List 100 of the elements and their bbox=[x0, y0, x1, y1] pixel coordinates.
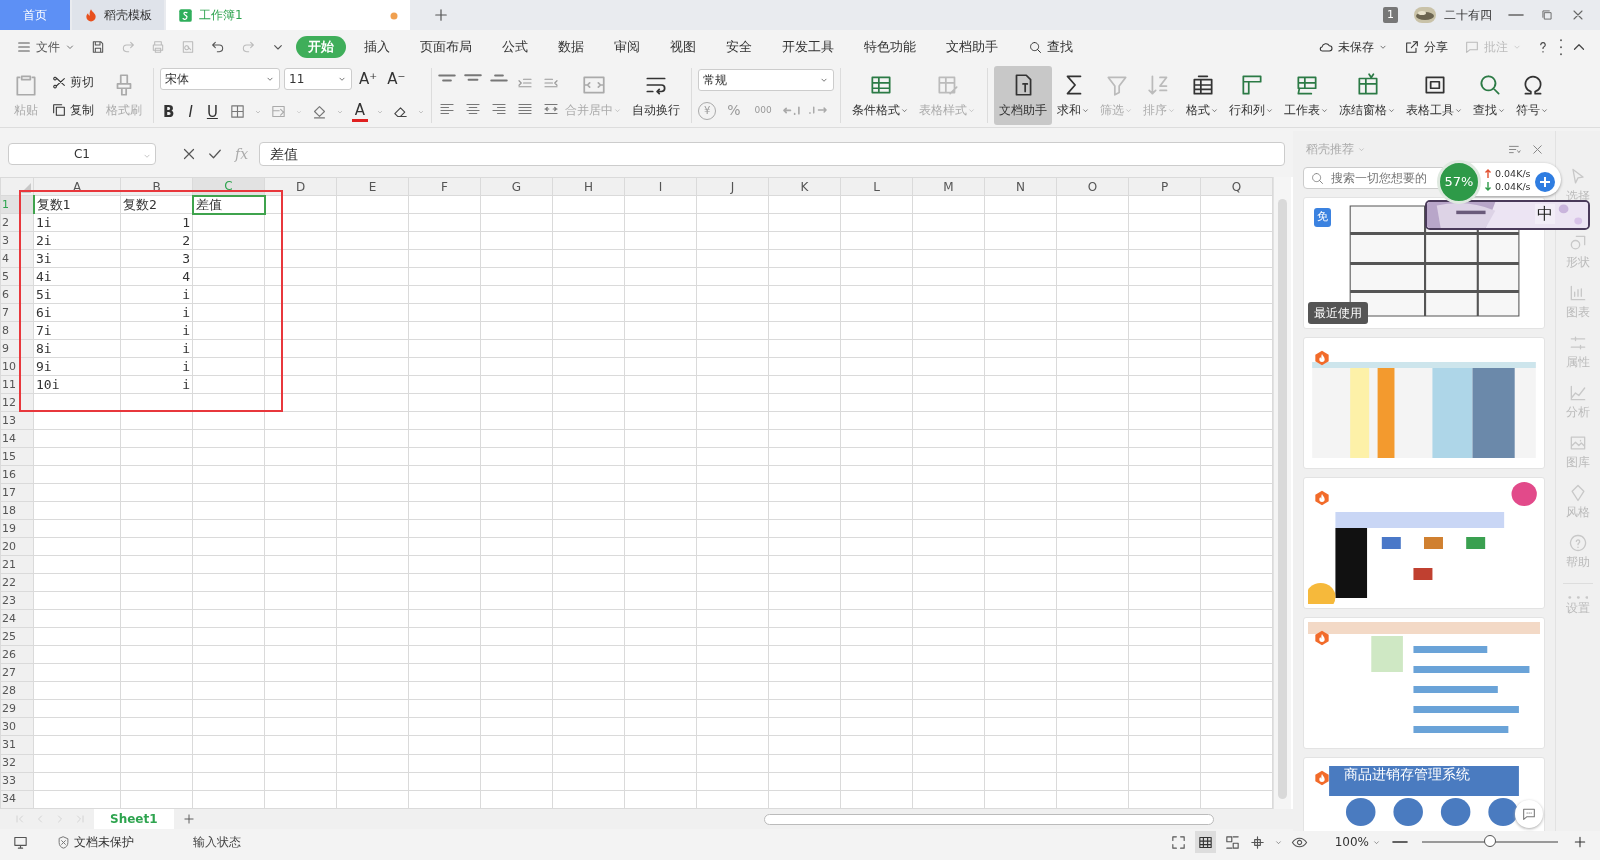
table-cell[interactable]: i bbox=[120, 303, 193, 322]
download-arrow-icon bbox=[1485, 181, 1491, 191]
page-count-badge: 1 bbox=[1383, 6, 1398, 24]
table-cell[interactable]: 10i bbox=[33, 375, 121, 394]
upload-arrow-icon bbox=[1485, 168, 1491, 178]
column-header[interactable]: O bbox=[1056, 177, 1129, 196]
column-header[interactable]: H bbox=[552, 177, 625, 196]
ribbon-button[interactable]: 符号 bbox=[1511, 66, 1555, 125]
select-all-icon[interactable] bbox=[21, 182, 31, 193]
scrollbar-thumb[interactable] bbox=[763, 813, 1214, 825]
table-cell[interactable]: 7i bbox=[33, 321, 121, 340]
ribbon-button[interactable]: 剪切 bbox=[48, 71, 97, 92]
name-box[interactable]: C1 bbox=[8, 143, 156, 165]
font-size-select[interactable]: 11 bbox=[284, 68, 352, 91]
column-header[interactable]: J bbox=[696, 177, 769, 196]
align-top-icon bbox=[438, 73, 457, 82]
menu-tab[interactable]: 公式 bbox=[490, 35, 540, 59]
number-format-select[interactable]: 常规 bbox=[698, 69, 835, 91]
add-button[interactable] bbox=[1535, 172, 1555, 192]
table-cell[interactable]: 2 bbox=[120, 231, 193, 250]
ribbon-button[interactable]: 行和列 bbox=[1224, 66, 1280, 125]
unsaved-dot-icon bbox=[390, 11, 398, 20]
document-tab[interactable]: 稻壳模板 bbox=[72, 0, 164, 30]
ribbon-button[interactable]: 工作表 bbox=[1279, 66, 1335, 125]
flame-icon bbox=[1314, 349, 1330, 366]
menu-tab[interactable]: 插入 bbox=[352, 35, 402, 59]
table-cell[interactable]: 5i bbox=[33, 285, 121, 304]
spreadsheet-icon bbox=[178, 7, 193, 23]
input-status: 输入状态 bbox=[193, 834, 241, 851]
file-menu[interactable]: 文件 bbox=[12, 36, 80, 58]
font-grow-button[interactable]: A⁺ bbox=[356, 67, 381, 92]
menu-tab[interactable]: 数据 bbox=[546, 35, 596, 59]
protection-status[interactable]: 文档未保护 bbox=[53, 832, 137, 852]
column-header[interactable]: Q bbox=[1200, 177, 1273, 196]
font-style-button[interactable]: U bbox=[203, 99, 221, 124]
column-header[interactable]: F bbox=[408, 177, 481, 196]
menu-tab[interactable]: 审阅 bbox=[602, 35, 652, 59]
column-header[interactable]: E bbox=[336, 177, 409, 196]
zoom-level[interactable]: 100% bbox=[1331, 832, 1384, 852]
ribbon-button[interactable]: 复制 bbox=[48, 99, 97, 120]
slider-thumb[interactable] bbox=[1484, 835, 1496, 847]
table-cell[interactable]: 3 bbox=[120, 249, 193, 268]
table-cell[interactable]: 9i bbox=[33, 357, 121, 376]
table-cell[interactable]: 复数1 bbox=[33, 195, 121, 214]
table-cell[interactable]: i bbox=[120, 285, 193, 304]
font-shrink-button[interactable]: A⁻ bbox=[384, 67, 409, 92]
table-cell[interactable]: i bbox=[120, 375, 193, 394]
table-cell[interactable]: 复数2 bbox=[120, 195, 193, 214]
ribbon-button[interactable]: 自动换行 bbox=[627, 66, 686, 125]
column-header[interactable]: M bbox=[912, 177, 985, 196]
menu-tab[interactable]: 特色功能 bbox=[852, 35, 928, 59]
formula-field[interactable]: 差值 bbox=[259, 142, 1285, 166]
ime-indicator[interactable]: 中 bbox=[1535, 204, 1555, 224]
table-cell[interactable]: i bbox=[120, 339, 193, 358]
column-header[interactable]: K bbox=[768, 177, 841, 196]
menu-tab[interactable]: 安全 bbox=[714, 35, 764, 59]
table-cell[interactable]: i bbox=[120, 357, 193, 376]
table-cell[interactable]: 差值 bbox=[192, 195, 265, 214]
menu-tab[interactable]: 页面布局 bbox=[408, 35, 484, 59]
table-cell[interactable]: 2i bbox=[33, 231, 121, 250]
toolbar-action[interactable]: 未保存 bbox=[1314, 36, 1392, 58]
menu-tab[interactable]: 查找 bbox=[1016, 35, 1085, 59]
template-card[interactable]: 商品进销存管理系统 bbox=[1303, 757, 1545, 831]
ribbon-button[interactable]: 冻结窗格 bbox=[1334, 66, 1402, 125]
shapes-icon bbox=[1568, 233, 1588, 253]
user-name[interactable]: 二十有四 bbox=[1444, 6, 1492, 24]
table-cell[interactable]: 4 bbox=[120, 267, 193, 286]
column-header[interactable]: D bbox=[264, 177, 337, 196]
menu-tab[interactable]: 开发工具 bbox=[770, 35, 846, 59]
table-cell[interactable]: 1 bbox=[120, 213, 193, 232]
ribbon-button[interactable]: 求和 bbox=[1052, 66, 1096, 125]
column-header[interactable]: P bbox=[1128, 177, 1201, 196]
font-family-select[interactable]: 宋体 bbox=[160, 68, 280, 91]
menu-tab[interactable]: 文档助手 bbox=[934, 35, 1010, 59]
column-header[interactable]: L bbox=[840, 177, 913, 196]
column-header[interactable]: G bbox=[480, 177, 553, 196]
ribbon-button[interactable]: 格式 bbox=[1181, 66, 1225, 125]
ribbon-button[interactable]: 文档助手 bbox=[994, 66, 1053, 125]
ribbon-button[interactable]: 表格工具 bbox=[1401, 66, 1469, 125]
table-cell[interactable]: 6i bbox=[33, 303, 121, 322]
redo-icon bbox=[240, 39, 256, 55]
table-cell[interactable]: i bbox=[120, 321, 193, 340]
toolbar-action[interactable]: 分享 bbox=[1400, 36, 1452, 58]
ribbon-button[interactable]: 条件格式 bbox=[847, 66, 915, 125]
align-bottom-icon bbox=[490, 73, 509, 82]
ribbon-button[interactable]: 查找 bbox=[1468, 66, 1512, 125]
menu-tab[interactable]: 视图 bbox=[658, 35, 708, 59]
column-header[interactable]: I bbox=[624, 177, 697, 196]
scrollbar-thumb[interactable] bbox=[1278, 199, 1287, 799]
font-style-button[interactable]: I bbox=[185, 99, 196, 124]
analysis-icon bbox=[1568, 383, 1588, 403]
table-cell[interactable]: 1i bbox=[33, 213, 121, 232]
table-cell[interactable]: 4i bbox=[33, 267, 121, 286]
table-cell[interactable]: 8i bbox=[33, 339, 121, 358]
chart-icon bbox=[1568, 283, 1588, 303]
column-header[interactable]: N bbox=[984, 177, 1057, 196]
table-cell[interactable]: 3i bbox=[33, 249, 121, 268]
font-color-button[interactable]: A bbox=[351, 101, 369, 122]
template-title: 商品进销存管理系统 bbox=[1344, 765, 1470, 784]
font-style-button[interactable]: B bbox=[160, 99, 178, 124]
